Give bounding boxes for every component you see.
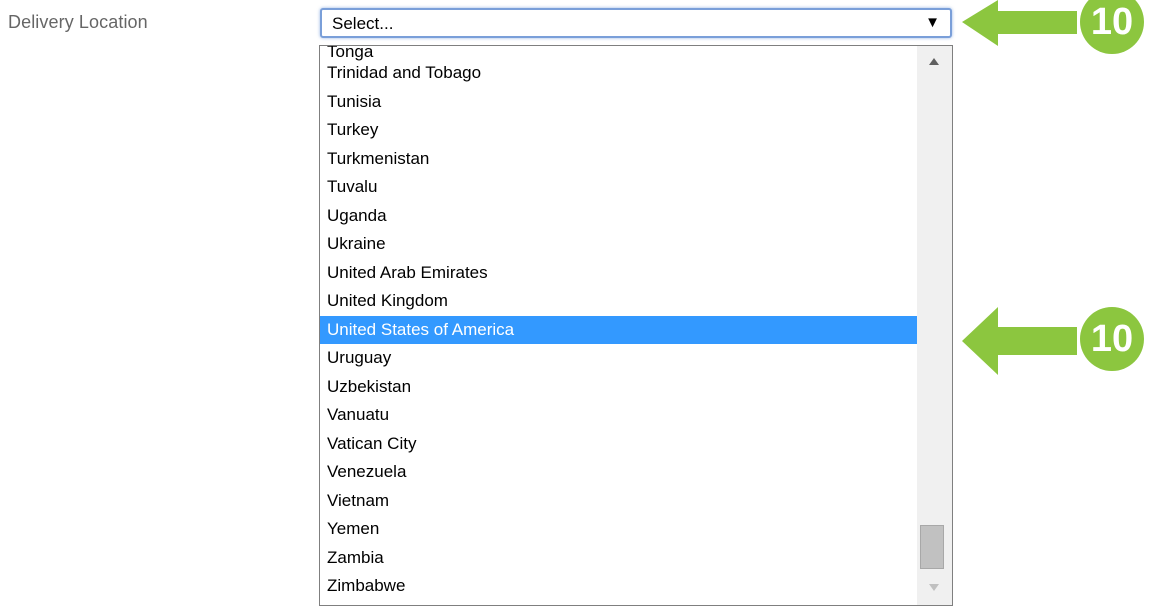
annotation-arrow-left-icon	[962, 307, 1077, 375]
triangle-down-icon[interactable]: ▼	[925, 14, 940, 32]
option-uganda[interactable]: Uganda	[320, 202, 917, 231]
delivery-location-dropdown[interactable]: Tonga Trinidad and Tobago Tunisia Turkey…	[319, 45, 953, 606]
option-uruguay[interactable]: Uruguay	[320, 344, 917, 373]
option-vanuatu[interactable]: Vanuatu	[320, 401, 917, 430]
delivery-location-label: Delivery Location	[8, 12, 148, 32]
option-zambia[interactable]: Zambia	[320, 544, 917, 573]
option-united-kingdom[interactable]: United Kingdom	[320, 287, 917, 316]
step-badge-middle: 10	[1080, 307, 1144, 371]
select-value: Select...	[332, 14, 394, 33]
dropdown-scrollbar[interactable]	[917, 46, 952, 605]
scroll-down-arrow-icon[interactable]	[917, 571, 952, 605]
scroll-up-arrow-icon[interactable]	[917, 46, 952, 80]
option-turkey[interactable]: Turkey	[320, 116, 917, 145]
option-united-arab-emirates[interactable]: United Arab Emirates	[320, 259, 917, 288]
option-ukraine[interactable]: Ukraine	[320, 230, 917, 259]
page: Delivery Location Select... ▼ Tonga Trin…	[0, 0, 1150, 607]
option-united-states-of-america[interactable]: United States of America	[320, 315, 917, 344]
option-trinidad-and-tobago[interactable]: Trinidad and Tobago	[320, 59, 917, 88]
option-vietnam[interactable]: Vietnam	[320, 487, 917, 516]
annotation-arrow-left-icon	[962, 0, 1077, 46]
option-tonga[interactable]: Tonga	[320, 46, 917, 60]
delivery-location-select[interactable]: Select... ▼	[320, 8, 952, 38]
option-turkmenistan[interactable]: Turkmenistan	[320, 145, 917, 174]
option-tunisia[interactable]: Tunisia	[320, 88, 917, 117]
option-venezuela[interactable]: Venezuela	[320, 458, 917, 487]
step-badge-top: 10	[1080, 0, 1144, 54]
scrollbar-thumb[interactable]	[920, 525, 944, 569]
option-tuvalu[interactable]: Tuvalu	[320, 173, 917, 202]
option-uzbekistan[interactable]: Uzbekistan	[320, 373, 917, 402]
option-yemen[interactable]: Yemen	[320, 515, 917, 544]
option-zimbabwe[interactable]: Zimbabwe	[320, 572, 917, 601]
option-vatican-city[interactable]: Vatican City	[320, 430, 917, 459]
options-list: Tonga Trinidad and Tobago Tunisia Turkey…	[320, 46, 917, 601]
